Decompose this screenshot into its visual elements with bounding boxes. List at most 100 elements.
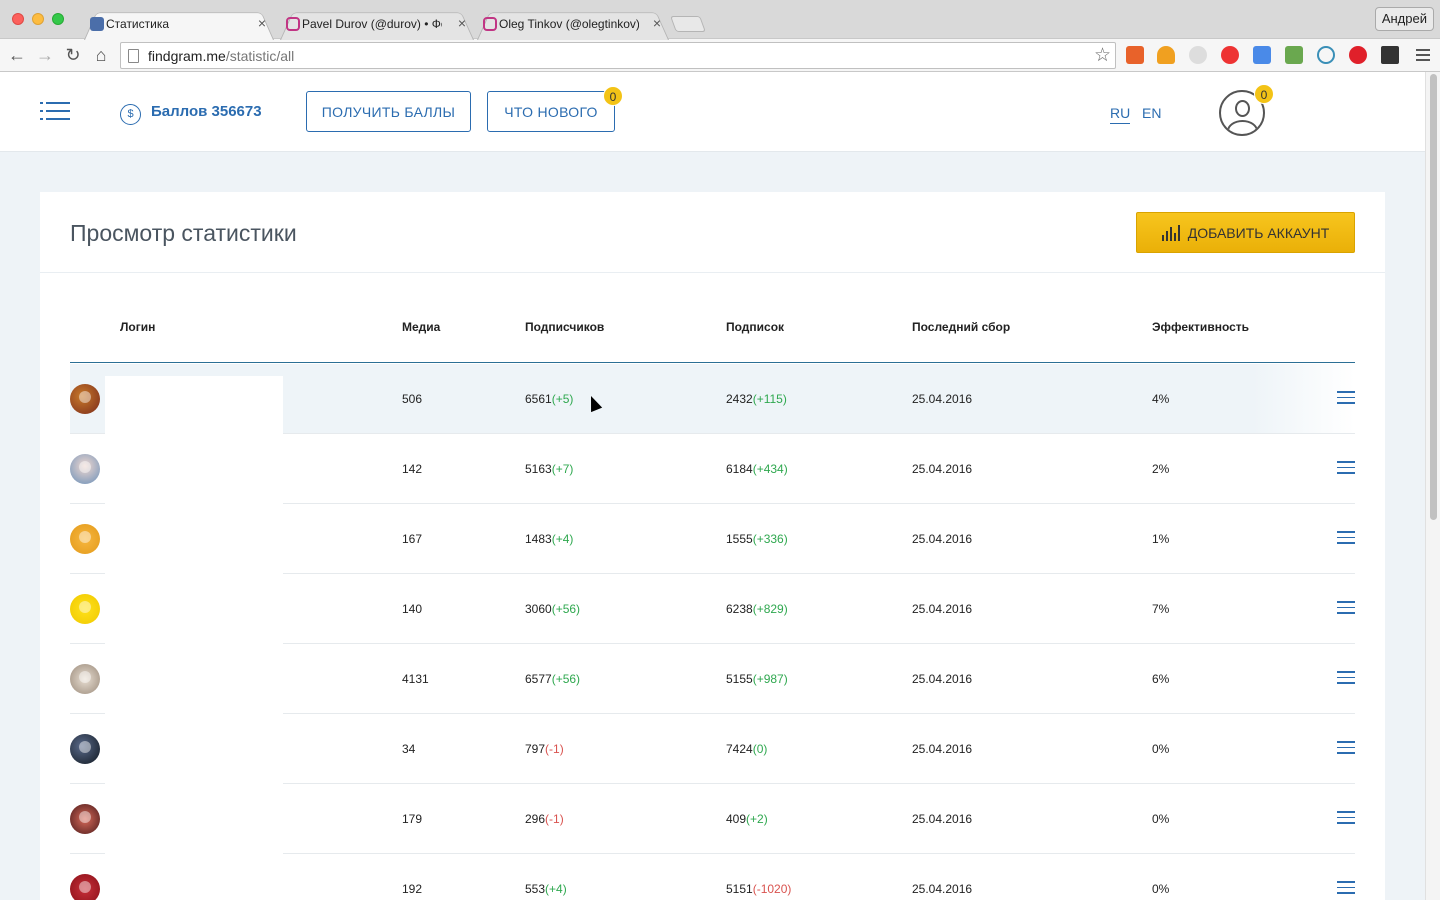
efficiency-value: 2% [1152, 462, 1170, 476]
address-bar[interactable]: findgram.me/statistic/all ☆ [120, 42, 1116, 69]
row-menu-icon[interactable] [1337, 461, 1355, 475]
followers-delta: (+5) [551, 392, 574, 406]
account-avatar[interactable] [70, 384, 100, 414]
browser-tab-tinkov[interactable]: Oleg Tinkov (@olegtinkov) × [477, 8, 669, 40]
get-points-button[interactable]: ПОЛУЧИТЬ БАЛЛЫ [306, 91, 471, 132]
whats-new-button[interactable]: ЧТО НОВОГО [487, 91, 615, 132]
following-delta: (+434) [752, 462, 788, 476]
bookmark-star-icon[interactable]: ☆ [1094, 44, 1111, 67]
lang-ru-link[interactable]: RU [1110, 105, 1131, 124]
extension-power-icon[interactable] [1349, 46, 1367, 64]
followers-cell: 1483(+4) [525, 532, 573, 546]
media-count: 506 [402, 392, 423, 406]
row-menu-icon[interactable] [1337, 881, 1355, 895]
browser-tab-statistics[interactable]: Статистика × [84, 8, 274, 40]
row-menu-icon[interactable] [1337, 671, 1355, 685]
efficiency-value: 0% [1152, 882, 1170, 896]
url-domain: findgram.me [148, 48, 226, 64]
last-collected-date: 25.04.2016 [912, 812, 973, 826]
instagram-favicon-icon [483, 17, 497, 31]
media-count: 167 [402, 532, 423, 546]
reload-icon[interactable]: ↻ [62, 45, 84, 65]
browser-profile-button[interactable]: Андрей [1374, 7, 1434, 31]
window-zoom-button[interactable] [52, 13, 64, 25]
following-delta: (+2) [746, 812, 768, 826]
extension-drop-icon[interactable] [1317, 46, 1335, 64]
followers-count: 6561 [525, 392, 552, 406]
news-count-badge: 0 [603, 86, 623, 106]
account-avatar[interactable] [70, 594, 100, 624]
following-count: 6238 [726, 602, 753, 616]
extension-puzzle-icon[interactable] [1381, 46, 1399, 64]
home-icon[interactable]: ⌂ [90, 45, 112, 65]
column-header-following[interactable]: Подписок [726, 320, 784, 334]
findgram-favicon-icon [90, 17, 104, 31]
account-avatar[interactable] [70, 664, 100, 694]
window-close-button[interactable] [12, 13, 24, 25]
account-avatar[interactable] [70, 804, 100, 834]
site-header: $ Баллов 356673 ПОЛУЧИТЬ БАЛЛЫ ЧТО НОВОГ… [0, 72, 1425, 152]
extension-moon-icon[interactable] [1189, 46, 1207, 64]
last-collected-date: 25.04.2016 [912, 882, 973, 896]
window-minimize-button[interactable] [32, 13, 44, 25]
row-menu-icon[interactable] [1337, 601, 1355, 615]
row-menu-icon[interactable] [1337, 741, 1355, 755]
coin-icon: $ [120, 104, 141, 125]
last-collected-date: 25.04.2016 [912, 462, 973, 476]
column-header-login[interactable]: Логин [120, 320, 155, 334]
following-cell: 7424(0) [726, 742, 767, 756]
efficiency-value: 0% [1152, 812, 1170, 826]
following-delta: (+115) [752, 392, 787, 406]
browser-menu-icon[interactable] [1416, 47, 1430, 64]
row-menu-icon[interactable] [1337, 531, 1355, 545]
tab-title: Pavel Durov (@durov) • Фо [302, 17, 442, 31]
tab-title: Oleg Tinkov (@olegtinkov) [499, 17, 639, 31]
points-balance: Баллов 356673 [151, 103, 262, 120]
account-avatar[interactable] [70, 734, 100, 764]
lang-en-link[interactable]: EN [1142, 105, 1161, 121]
following-delta: (+829) [752, 602, 788, 616]
following-count: 1555 [726, 532, 753, 546]
add-account-button[interactable]: ДОБАВИТЬ АККАУНТ [1136, 212, 1355, 253]
following-delta: (0) [752, 742, 768, 756]
followers-count: 553 [525, 882, 546, 896]
media-count: 179 [402, 812, 423, 826]
scrollbar-thumb[interactable] [1430, 74, 1437, 520]
extension-bookmark-icon[interactable] [1285, 46, 1303, 64]
column-header-efficiency[interactable]: Эффективность [1152, 320, 1249, 334]
following-cell: 5155(+987) [726, 672, 788, 686]
tab-title: Статистика [106, 17, 170, 31]
extension-timer-icon[interactable] [1221, 46, 1239, 64]
page-title: Просмотр статистики [70, 220, 297, 246]
account-avatar[interactable] [70, 454, 100, 484]
account-avatar[interactable] [70, 524, 100, 554]
followers-cell: 6561(+5) [525, 392, 573, 406]
url-text[interactable]: findgram.me/statistic/all [148, 48, 294, 64]
row-menu-icon[interactable] [1337, 811, 1355, 825]
browser-tab-durov[interactable]: Pavel Durov (@durov) • Фо × [280, 8, 474, 40]
menu-icon[interactable] [40, 102, 70, 122]
extension-translate-icon[interactable] [1253, 46, 1271, 64]
followers-delta: (+4) [545, 882, 567, 896]
forward-arrow-icon[interactable]: → [34, 45, 56, 65]
efficiency-value: 1% [1152, 532, 1170, 546]
column-header-last-collected[interactable]: Последний сбор [912, 320, 1010, 334]
back-arrow-icon[interactable]: ← [6, 45, 28, 65]
extension-bag-icon[interactable] [1157, 46, 1175, 64]
page-scrollbar[interactable] [1425, 72, 1440, 900]
following-count: 5151 [726, 882, 753, 896]
tab-close-icon[interactable]: × [258, 15, 266, 31]
last-collected-date: 25.04.2016 [912, 602, 973, 616]
last-collected-date: 25.04.2016 [912, 532, 973, 546]
column-header-followers[interactable]: Подписчиков [525, 320, 604, 334]
card-header: Просмотр статистики ДОБАВИТЬ АККАУНТ [40, 192, 1385, 273]
followers-count: 1483 [525, 532, 552, 546]
new-tab-button[interactable] [673, 16, 703, 32]
efficiency-value: 0% [1152, 742, 1170, 756]
extension-plus-icon[interactable] [1126, 46, 1144, 64]
account-avatar[interactable] [70, 874, 100, 900]
column-header-media[interactable]: Медиа [402, 320, 440, 334]
tab-close-icon[interactable]: × [653, 15, 661, 31]
tab-close-icon[interactable]: × [458, 15, 466, 31]
row-menu-icon[interactable] [1337, 391, 1355, 405]
